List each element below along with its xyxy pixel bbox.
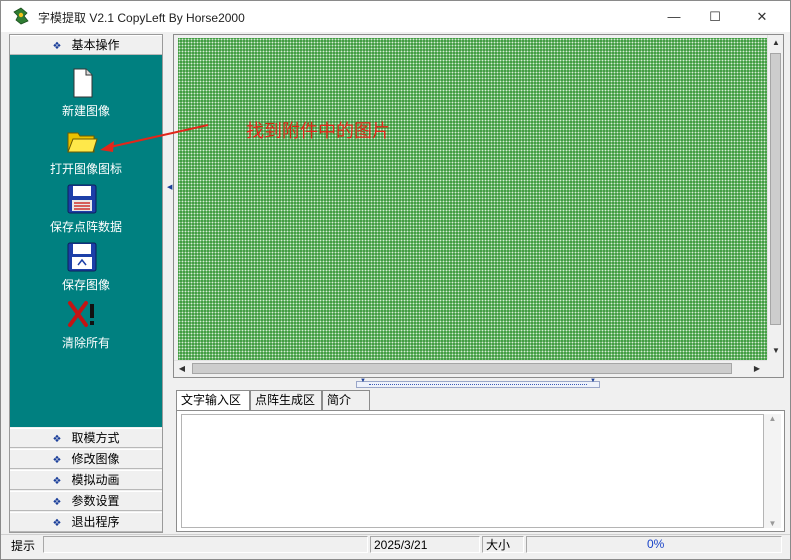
expand-icon: ❖ <box>52 455 62 466</box>
scroll-corner <box>767 360 783 377</box>
tool-clear-all[interactable]: 清除所有 <box>10 299 162 355</box>
sidebar: ❖ 基本操作 新建图像 打开图像图标 保存点阵数据 保存图像 清除所有 ❖ 取模… <box>9 34 163 533</box>
tool-label: 打开图像图标 <box>49 162 122 176</box>
scroll-thumb[interactable] <box>770 53 781 325</box>
tab-intro[interactable]: 简介 <box>322 390 370 410</box>
clear-all-icon <box>68 301 94 327</box>
tool-label: 保存图像 <box>61 278 110 292</box>
tool-label: 清除所有 <box>61 336 110 350</box>
scroll-up-icon[interactable]: ▲ <box>764 414 781 423</box>
group-basic-ops[interactable]: ❖ 基本操作 <box>10 35 162 55</box>
tool-save-data[interactable]: 保存点阵数据 <box>10 183 162 239</box>
tab-panel: ▲ ▼ <box>176 410 785 532</box>
expand-icon: ❖ <box>52 434 62 445</box>
scroll-up-icon[interactable]: ▲ <box>768 35 784 51</box>
scroll-thumb[interactable] <box>192 363 732 374</box>
collapse-sidebar-arrow-icon[interactable]: ◀ <box>167 183 172 191</box>
splitter-grip <box>369 384 587 385</box>
group-label: 基本操作 <box>71 38 120 52</box>
group-settings[interactable]: ❖ 参数设置 <box>10 491 162 511</box>
tool-label: 新建图像 <box>61 104 110 118</box>
minimize-button[interactable]: — <box>651 1 697 32</box>
group-label: 参数设置 <box>71 494 120 508</box>
scroll-down-icon[interactable]: ▼ <box>764 519 781 528</box>
tool-new-image[interactable]: 新建图像 <box>10 67 162 123</box>
scroll-left-icon[interactable]: ◀ <box>174 361 190 377</box>
text-area-scrollbar[interactable]: ▲ ▼ <box>764 414 781 528</box>
canvas-horizontal-scrollbar[interactable]: ◀ ▶ <box>174 360 767 377</box>
open-folder-icon <box>67 132 98 153</box>
save-image-disk-icon <box>67 242 97 272</box>
window-title: 字模提取 V2.1 CopyLeft By Horse2000 <box>38 11 245 25</box>
annotation-text: 找到附件中的图片 <box>246 121 390 142</box>
status-caps: 大小写 <box>482 536 524 553</box>
group-edit-image[interactable]: ❖ 修改图像 <box>10 449 162 469</box>
group-sampling-mode[interactable]: ❖ 取模方式 <box>10 428 162 448</box>
splitter-down-icon: ▼ <box>590 378 596 384</box>
scroll-down-icon[interactable]: ▼ <box>768 343 784 359</box>
maximize-button[interactable]: ☐ <box>692 1 738 32</box>
expand-icon: ❖ <box>52 476 62 487</box>
expand-icon: ❖ <box>52 518 62 529</box>
group-exit[interactable]: ❖ 退出程序 <box>10 512 162 532</box>
title-bar: 字模提取 V2.1 CopyLeft By Horse2000 — ☐ ✕ <box>1 1 790 32</box>
panel-splitter[interactable]: ▼ ▼ <box>356 378 600 388</box>
tab-text-input[interactable]: 文字输入区 <box>176 390 250 411</box>
new-document-icon <box>73 68 93 98</box>
annotation-arrow-icon <box>100 124 209 152</box>
expand-icon: ❖ <box>52 497 62 508</box>
group-label: 修改图像 <box>71 452 120 466</box>
tool-label: 保存点阵数据 <box>49 220 122 234</box>
save-data-disk-icon <box>67 184 97 214</box>
group-label: 取模方式 <box>71 431 120 445</box>
group-simulate-animation[interactable]: ❖ 模拟动画 <box>10 470 162 490</box>
tool-panel: 新建图像 打开图像图标 保存点阵数据 保存图像 清除所有 <box>10 55 162 427</box>
group-label: 退出程序 <box>71 515 120 529</box>
splitter-down-icon: ▼ <box>360 378 366 384</box>
status-datetime: 2025/3/21 11:46:03 <box>370 536 480 553</box>
tab-bar: 文字输入区 点阵生成区 简介 <box>176 390 786 411</box>
status-percent: 0% <box>647 537 665 551</box>
tab-dot-matrix-output[interactable]: 点阵生成区 <box>250 390 322 410</box>
expand-icon: ❖ <box>52 41 62 52</box>
group-label: 模拟动画 <box>71 473 120 487</box>
status-hint-label: 提示 <box>11 539 36 553</box>
status-message-cell <box>43 536 368 553</box>
app-window: 字模提取 V2.1 CopyLeft By Horse2000 — ☐ ✕ ❖ 基… <box>0 0 791 560</box>
close-button[interactable]: ✕ <box>739 1 785 32</box>
text-input-area[interactable] <box>181 414 764 528</box>
app-icon <box>13 7 29 25</box>
scroll-right-icon[interactable]: ▶ <box>749 361 765 377</box>
pixel-grid-canvas[interactable] <box>178 38 767 360</box>
tool-save-image[interactable]: 保存图像 <box>10 241 162 297</box>
status-bar: 提示 2025/3/21 11:46:03 大小写 0% <box>1 534 790 553</box>
canvas-vertical-scrollbar[interactable]: ▲ ▼ <box>767 35 783 359</box>
canvas-frame: ▲ ▼ ◀ ▶ <box>173 34 784 378</box>
